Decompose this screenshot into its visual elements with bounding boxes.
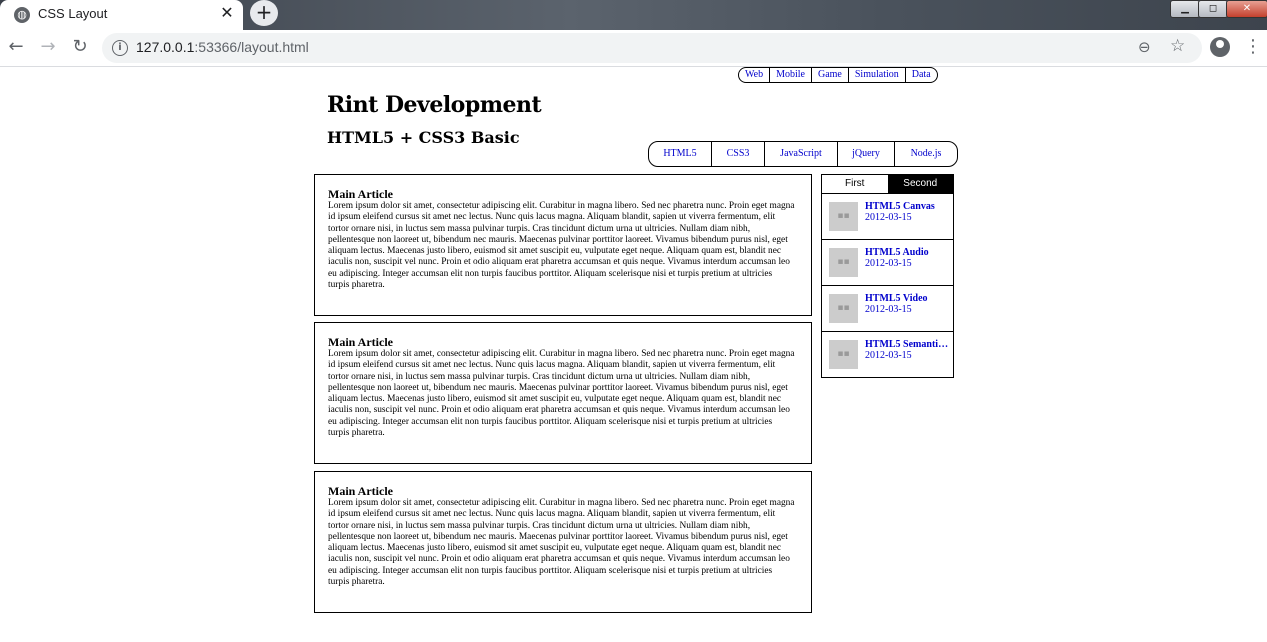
page-content: Web Mobile Game Simulation Data Rint Dev… (0, 67, 1267, 642)
url-host: 127.0.0.1 (136, 39, 195, 55)
browser-titlebar: ◍ CSS Layout ✕ + ▁ ◻ ✕ (0, 0, 1267, 30)
article-heading: Main Article (328, 187, 393, 201)
item-title[interactable]: HTML5 Canvas (865, 201, 949, 212)
close-icon[interactable]: ✕ (218, 4, 236, 22)
address-bar[interactable]: i 127.0.0.1:53366/layout.html ⊖ ☆ (102, 33, 1202, 63)
zoom-icon[interactable]: ⊖ (1138, 38, 1151, 56)
url-path: :53366/layout.html (194, 39, 309, 55)
tab-first[interactable]: First (822, 175, 888, 193)
item-title[interactable]: HTML5 Audio (865, 247, 949, 258)
globe-icon: ◍ (14, 7, 30, 23)
top-nav-web[interactable]: Web (739, 68, 771, 82)
plus-icon[interactable]: + (250, 0, 278, 26)
top-nav-simulation[interactable]: Simulation (849, 68, 906, 82)
star-icon[interactable]: ☆ (1170, 36, 1185, 56)
reload-icon[interactable]: ↻ (68, 36, 92, 60)
url-text[interactable]: 127.0.0.1:53366/layout.html (136, 39, 309, 55)
article-body: Lorem ipsum dolor sit amet, consectetur … (328, 349, 795, 439)
main-nav-nodejs[interactable]: Node.js (895, 142, 957, 166)
top-nav-data[interactable]: Data (906, 68, 937, 82)
list-item[interactable]: ▪▪ HTML5 Semantic Web 2012-03-15 (822, 332, 953, 377)
top-nav-game[interactable]: Game (812, 68, 849, 82)
top-nav: Web Mobile Game Simulation Data (738, 67, 938, 83)
item-title[interactable]: HTML5 Video (865, 293, 949, 304)
item-date: 2012-03-15 (865, 350, 912, 361)
image-placeholder-icon: ▪▪ (829, 202, 858, 231)
top-nav-mobile[interactable]: Mobile (770, 68, 812, 82)
info-icon[interactable]: i (112, 40, 128, 56)
item-date: 2012-03-15 (865, 212, 912, 223)
menu-icon[interactable]: ⋮ (1244, 36, 1262, 57)
browser-toolbar: ← → ↻ i 127.0.0.1:53366/layout.html ⊖ ☆ … (0, 30, 1267, 67)
article-body: Lorem ipsum dolor sit amet, consectetur … (328, 201, 795, 291)
article-body: Lorem ipsum dolor sit amet, consectetur … (328, 498, 795, 588)
article-1: Main Article Lorem ipsum dolor sit amet,… (314, 174, 812, 316)
list-item[interactable]: ▪▪ HTML5 Audio 2012-03-15 (822, 240, 953, 286)
article-heading: Main Article (328, 484, 393, 498)
article-3: Main Article Lorem ipsum dolor sit amet,… (314, 471, 812, 613)
maximize-icon[interactable]: ◻ (1198, 0, 1228, 18)
main-nav-jquery[interactable]: jQuery (838, 142, 895, 166)
main-nav-html5[interactable]: HTML5 (649, 142, 712, 166)
site-subtitle: HTML5 + CSS3 Basic (327, 128, 520, 147)
sidebar: First Second ▪▪ HTML5 Canvas 2012-03-15 … (821, 174, 954, 378)
image-placeholder-icon: ▪▪ (829, 294, 858, 323)
profile-icon[interactable] (1210, 37, 1230, 57)
back-arrow-icon[interactable]: ← (4, 36, 28, 60)
forward-arrow-icon[interactable]: → (36, 36, 60, 60)
sidebar-tabs: First Second (822, 175, 953, 194)
article-heading: Main Article (328, 335, 393, 349)
main-nav-css3[interactable]: CSS3 (712, 142, 765, 166)
item-date: 2012-03-15 (865, 304, 912, 315)
site-title: Rint Development (327, 92, 542, 118)
tab-title: CSS Layout (38, 6, 108, 21)
window-close-icon[interactable]: ✕ (1226, 0, 1267, 18)
item-title[interactable]: HTML5 Semantic Web (865, 339, 949, 350)
article-2: Main Article Lorem ipsum dolor sit amet,… (314, 322, 812, 464)
main-nav: HTML5 CSS3 JavaScript jQuery Node.js (648, 141, 958, 167)
browser-tab[interactable]: ◍ CSS Layout ✕ (0, 0, 243, 30)
image-placeholder-icon: ▪▪ (829, 340, 858, 369)
list-item[interactable]: ▪▪ HTML5 Video 2012-03-15 (822, 286, 953, 332)
tab-second[interactable]: Second (887, 175, 953, 193)
minimize-icon[interactable]: ▁ (1170, 0, 1200, 18)
list-item[interactable]: ▪▪ HTML5 Canvas 2012-03-15 (822, 194, 953, 240)
main-nav-javascript[interactable]: JavaScript (765, 142, 838, 166)
item-date: 2012-03-15 (865, 258, 912, 269)
image-placeholder-icon: ▪▪ (829, 248, 858, 277)
